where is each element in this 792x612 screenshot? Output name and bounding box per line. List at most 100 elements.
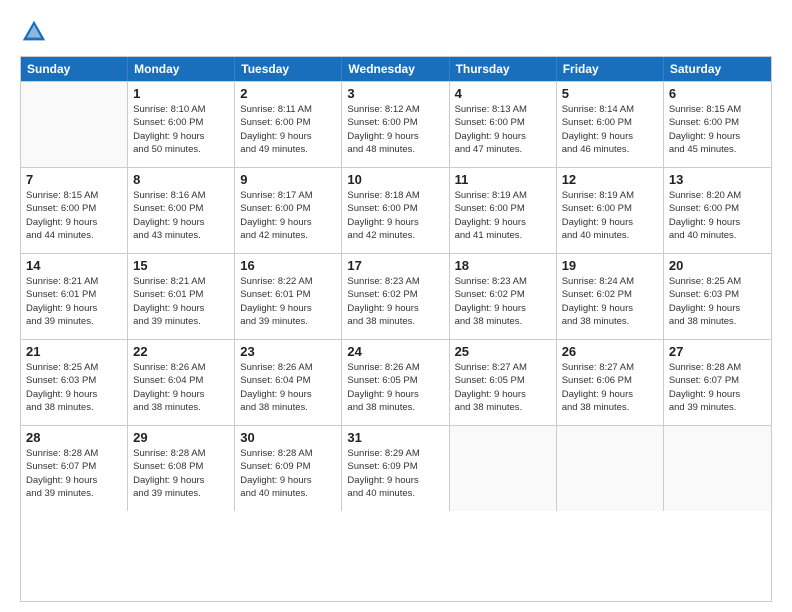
week-row-2: 7 Sunrise: 8:15 AM Sunset: 6:00 PM Daylig… [21,167,771,253]
week-row-3: 14 Sunrise: 8:21 AM Sunset: 6:01 PM Dayli… [21,253,771,339]
calendar-cell: 28Sunrise: 8:28 AM Sunset: 6:07 PM Dayli… [21,426,128,511]
calendar-cell: 18 Sunrise: 8:23 AM Sunset: 6:02 PM Dayli… [450,254,557,339]
header [20,18,772,46]
page: SundayMondayTuesdayWednesdayThursdayFrid… [0,0,792,612]
calendar-cell: 8 Sunrise: 8:16 AM Sunset: 6:00 PM Daylig… [128,168,235,253]
logo-icon [20,18,48,46]
calendar-cell [557,426,664,511]
calendar-cell: 4 Sunrise: 8:13 AM Sunset: 6:00 PM Daylig… [450,82,557,167]
day-number: 1 [133,86,229,101]
header-day-wednesday: Wednesday [342,57,449,81]
day-info: Sunrise: 8:28 AM Sunset: 6:09 PM Dayligh… [240,447,336,500]
day-number: 30 [240,430,336,445]
day-info: Sunrise: 8:21 AM Sunset: 6:01 PM Dayligh… [26,275,122,328]
calendar-cell: 19 Sunrise: 8:24 AM Sunset: 6:02 PM Dayli… [557,254,664,339]
week-row-1: 1 Sunrise: 8:10 AM Sunset: 6:00 PM Daylig… [21,81,771,167]
header-day-sunday: Sunday [21,57,128,81]
calendar-cell: 14 Sunrise: 8:21 AM Sunset: 6:01 PM Dayli… [21,254,128,339]
day-number: 23 [240,344,336,359]
day-info: Sunrise: 8:26 AM Sunset: 6:04 PM Dayligh… [133,361,229,414]
day-info: Sunrise: 8:17 AM Sunset: 6:00 PM Dayligh… [240,189,336,242]
calendar-cell: 7 Sunrise: 8:15 AM Sunset: 6:00 PM Daylig… [21,168,128,253]
day-number: 16 [240,258,336,273]
calendar-cell: 10 Sunrise: 8:18 AM Sunset: 6:00 PM Dayli… [342,168,449,253]
calendar-cell: 31 Sunrise: 8:29 AM Sunset: 6:09 PM Dayli… [342,426,449,511]
day-info: Sunrise: 8:19 AM Sunset: 6:00 PM Dayligh… [455,189,551,242]
header-day-friday: Friday [557,57,664,81]
day-number: 27 [669,344,766,359]
day-info: Sunrise: 8:15 AM Sunset: 6:00 PM Dayligh… [669,103,766,156]
day-number: 25 [455,344,551,359]
calendar-cell: 25 Sunrise: 8:27 AM Sunset: 6:05 PM Dayli… [450,340,557,425]
calendar-cell: 5 Sunrise: 8:14 AM Sunset: 6:00 PM Daylig… [557,82,664,167]
header-day-tuesday: Tuesday [235,57,342,81]
calendar-cell: 29Sunrise: 8:28 AM Sunset: 6:08 PM Dayli… [128,426,235,511]
calendar: SundayMondayTuesdayWednesdayThursdayFrid… [20,56,772,602]
day-info: Sunrise: 8:26 AM Sunset: 6:04 PM Dayligh… [240,361,336,414]
day-info: Sunrise: 8:22 AM Sunset: 6:01 PM Dayligh… [240,275,336,328]
day-info: Sunrise: 8:11 AM Sunset: 6:00 PM Dayligh… [240,103,336,156]
header-day-saturday: Saturday [664,57,771,81]
day-number: 28 [26,430,122,445]
calendar-cell: 12 Sunrise: 8:19 AM Sunset: 6:00 PM Dayli… [557,168,664,253]
day-info: Sunrise: 8:18 AM Sunset: 6:00 PM Dayligh… [347,189,443,242]
calendar-cell: 11 Sunrise: 8:19 AM Sunset: 6:00 PM Dayli… [450,168,557,253]
day-number: 24 [347,344,443,359]
day-info: Sunrise: 8:23 AM Sunset: 6:02 PM Dayligh… [455,275,551,328]
day-number: 20 [669,258,766,273]
day-info: Sunrise: 8:21 AM Sunset: 6:01 PM Dayligh… [133,275,229,328]
day-number: 21 [26,344,122,359]
day-info: Sunrise: 8:27 AM Sunset: 6:05 PM Dayligh… [455,361,551,414]
day-info: Sunrise: 8:15 AM Sunset: 6:00 PM Dayligh… [26,189,122,242]
calendar-cell: 27 Sunrise: 8:28 AM Sunset: 6:07 PM Dayli… [664,340,771,425]
day-number: 11 [455,172,551,187]
week-row-4: 21 Sunrise: 8:25 AM Sunset: 6:03 PM Dayli… [21,339,771,425]
day-info: Sunrise: 8:29 AM Sunset: 6:09 PM Dayligh… [347,447,443,500]
day-info: Sunrise: 8:24 AM Sunset: 6:02 PM Dayligh… [562,275,658,328]
day-info: Sunrise: 8:16 AM Sunset: 6:00 PM Dayligh… [133,189,229,242]
calendar-cell: 22Sunrise: 8:26 AM Sunset: 6:04 PM Dayli… [128,340,235,425]
day-number: 6 [669,86,766,101]
day-info: Sunrise: 8:25 AM Sunset: 6:03 PM Dayligh… [26,361,122,414]
calendar-cell: 15Sunrise: 8:21 AM Sunset: 6:01 PM Dayli… [128,254,235,339]
day-info: Sunrise: 8:23 AM Sunset: 6:02 PM Dayligh… [347,275,443,328]
day-info: Sunrise: 8:28 AM Sunset: 6:07 PM Dayligh… [669,361,766,414]
day-number: 8 [133,172,229,187]
day-number: 14 [26,258,122,273]
day-info: Sunrise: 8:19 AM Sunset: 6:00 PM Dayligh… [562,189,658,242]
day-info: Sunrise: 8:12 AM Sunset: 6:00 PM Dayligh… [347,103,443,156]
calendar-cell: 2Sunrise: 8:11 AM Sunset: 6:00 PM Daylig… [235,82,342,167]
day-number: 12 [562,172,658,187]
day-number: 19 [562,258,658,273]
week-row-5: 28Sunrise: 8:28 AM Sunset: 6:07 PM Dayli… [21,425,771,511]
day-info: Sunrise: 8:14 AM Sunset: 6:00 PM Dayligh… [562,103,658,156]
day-number: 7 [26,172,122,187]
day-info: Sunrise: 8:13 AM Sunset: 6:00 PM Dayligh… [455,103,551,156]
calendar-cell [664,426,771,511]
day-number: 4 [455,86,551,101]
day-number: 10 [347,172,443,187]
day-info: Sunrise: 8:26 AM Sunset: 6:05 PM Dayligh… [347,361,443,414]
day-info: Sunrise: 8:20 AM Sunset: 6:00 PM Dayligh… [669,189,766,242]
calendar-cell: 6 Sunrise: 8:15 AM Sunset: 6:00 PM Daylig… [664,82,771,167]
calendar-cell: 24 Sunrise: 8:26 AM Sunset: 6:05 PM Dayli… [342,340,449,425]
calendar-cell [21,82,128,167]
calendar-header: SundayMondayTuesdayWednesdayThursdayFrid… [21,57,771,81]
day-info: Sunrise: 8:27 AM Sunset: 6:06 PM Dayligh… [562,361,658,414]
calendar-cell: 26Sunrise: 8:27 AM Sunset: 6:06 PM Dayli… [557,340,664,425]
day-number: 13 [669,172,766,187]
day-info: Sunrise: 8:10 AM Sunset: 6:00 PM Dayligh… [133,103,229,156]
calendar-body: 1 Sunrise: 8:10 AM Sunset: 6:00 PM Daylig… [21,81,771,511]
day-number: 31 [347,430,443,445]
calendar-cell: 1 Sunrise: 8:10 AM Sunset: 6:00 PM Daylig… [128,82,235,167]
calendar-cell: 16 Sunrise: 8:22 AM Sunset: 6:01 PM Dayli… [235,254,342,339]
calendar-cell [450,426,557,511]
calendar-cell: 3Sunrise: 8:12 AM Sunset: 6:00 PM Daylig… [342,82,449,167]
day-number: 9 [240,172,336,187]
day-number: 29 [133,430,229,445]
header-day-thursday: Thursday [450,57,557,81]
logo [20,18,52,46]
day-number: 18 [455,258,551,273]
day-number: 5 [562,86,658,101]
calendar-cell: 17Sunrise: 8:23 AM Sunset: 6:02 PM Dayli… [342,254,449,339]
